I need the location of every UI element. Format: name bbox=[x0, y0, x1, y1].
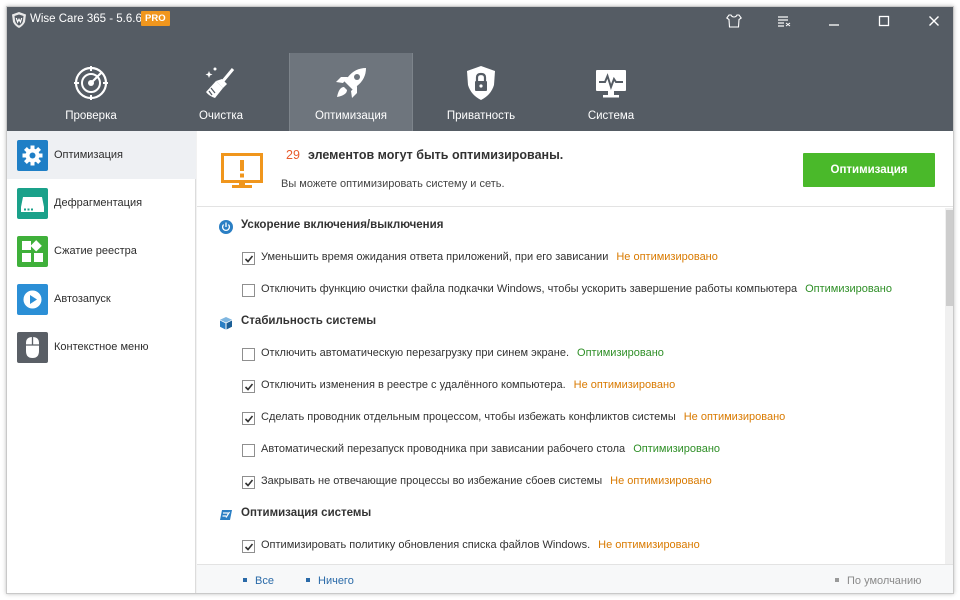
header: Wise Care 365 - 5.6.6 PRO Проверка Очист… bbox=[7, 7, 953, 131]
sidebar-item-label: Оптимизация bbox=[54, 149, 123, 161]
sidebar-item-label: Контекстное меню bbox=[54, 341, 149, 353]
checkbox[interactable] bbox=[242, 284, 255, 297]
status-text: Не оптимизировано bbox=[683, 411, 786, 423]
broom-icon bbox=[205, 67, 235, 98]
tab-label: Проверка bbox=[65, 110, 117, 122]
tab-label: Система bbox=[587, 110, 635, 122]
select-all-label: Все bbox=[255, 575, 274, 587]
speed-icon bbox=[220, 510, 232, 520]
cube-icon bbox=[220, 317, 232, 330]
tab-system[interactable]: Система bbox=[549, 53, 673, 131]
tab-check[interactable]: Проверка bbox=[29, 53, 153, 131]
check-icon bbox=[244, 415, 254, 423]
app-window: Wise Care 365 - 5.6.6 PRO Проверка Очист… bbox=[6, 6, 954, 594]
radar-icon bbox=[74, 66, 108, 100]
sidebar-item-autorun[interactable]: Автозапуск bbox=[7, 275, 196, 323]
play-icon bbox=[17, 284, 48, 315]
checkbox[interactable] bbox=[242, 412, 255, 425]
check-icon bbox=[244, 383, 254, 391]
sidebar-item-registry[interactable]: Сжатие реестра bbox=[7, 227, 196, 275]
item-text: Автоматический перезапуск проводника при… bbox=[261, 443, 626, 455]
select-none-label: Ничего bbox=[318, 575, 354, 587]
item-label: Автоматический перезапуск проводника при… bbox=[261, 443, 720, 455]
status-text: Оптимизировано bbox=[805, 283, 892, 295]
main-nav: Проверка Очистка Оптимизация Приватность… bbox=[7, 7, 953, 131]
sidebar-item-optimization[interactable]: Оптимизация bbox=[7, 131, 196, 179]
section-title: Стабильность системы bbox=[241, 315, 377, 327]
vertical-scrollbar[interactable] bbox=[945, 208, 953, 564]
checkbox[interactable] bbox=[242, 540, 255, 553]
item-label: Уменьшить время ожидания ответа приложен… bbox=[261, 251, 718, 263]
summary-banner: 29 элементов могут быть оптимизированы. … bbox=[197, 131, 953, 207]
item-text: Сделать проводник отдельным процессом, ч… bbox=[261, 411, 676, 423]
item-label: Отключить изменения в реестре с удалённо… bbox=[261, 379, 675, 391]
list-footer: Все Ничего По умолчанию bbox=[197, 564, 953, 593]
checkbox[interactable] bbox=[242, 444, 255, 457]
status-text: Не оптимизировано bbox=[610, 475, 712, 487]
checkbox[interactable] bbox=[242, 252, 255, 265]
tab-label: Оптимизация bbox=[314, 110, 388, 122]
check-icon bbox=[244, 543, 254, 551]
bullet-icon bbox=[243, 578, 247, 583]
sidebar: Оптимизация Дефрагментация Сжатие реестр… bbox=[7, 131, 196, 593]
section-title: Ускорение включения/выключения bbox=[241, 219, 444, 231]
check-icon bbox=[244, 255, 254, 263]
optimization-list: Ускорение включения/выключения Уменьшить… bbox=[197, 208, 945, 564]
item-text: Оптимизировать политику обновления списк… bbox=[261, 539, 591, 551]
tab-optimize[interactable]: Оптимизация bbox=[289, 53, 413, 131]
default-label: По умолчанию bbox=[847, 575, 922, 587]
item-text: Отключить функцию очистки файла подкачки… bbox=[261, 283, 798, 295]
scroll-thumb[interactable] bbox=[946, 210, 953, 306]
item-label: Закрывать не отвечающие процессы во избе… bbox=[261, 475, 712, 487]
item-label: Оптимизировать политику обновления списк… bbox=[261, 539, 700, 551]
sidebar-item-label: Автозапуск bbox=[54, 293, 111, 305]
checkbox[interactable] bbox=[242, 348, 255, 361]
tab-label: Очистка bbox=[198, 110, 244, 122]
disk-icon bbox=[17, 188, 48, 219]
item-text: Отключить изменения в реестре с удалённо… bbox=[261, 379, 566, 391]
sidebar-item-label: Сжатие реестра bbox=[54, 245, 137, 257]
tab-label: Приватность bbox=[446, 110, 516, 122]
lock-shield-icon bbox=[467, 66, 495, 100]
main-panel: 29 элементов могут быть оптимизированы. … bbox=[197, 131, 953, 593]
mouse-icon bbox=[17, 332, 48, 363]
checkbox[interactable] bbox=[242, 476, 255, 489]
sidebar-item-context-menu[interactable]: Контекстное меню bbox=[7, 323, 196, 371]
check-icon bbox=[244, 479, 254, 487]
item-text: Отключить автоматическую перезагрузку пр… bbox=[261, 347, 570, 359]
checkbox[interactable] bbox=[242, 380, 255, 393]
status-text: Не оптимизировано bbox=[616, 251, 718, 263]
status-text: Оптимизировано bbox=[577, 347, 664, 359]
gear-icon bbox=[17, 140, 48, 171]
registry-icon bbox=[17, 236, 48, 267]
bullet-icon bbox=[306, 578, 310, 583]
item-label: Отключить функцию очистки файла подкачки… bbox=[261, 283, 892, 295]
optimize-button[interactable]: Оптимизация bbox=[803, 153, 935, 187]
tab-clean[interactable]: Очистка bbox=[159, 53, 283, 131]
item-label: Отключить автоматическую перезагрузку пр… bbox=[261, 347, 664, 359]
status-text: Не оптимизировано bbox=[573, 379, 676, 391]
monitor-alert-icon bbox=[221, 153, 263, 188]
banner-subtitle: Вы можете оптимизировать систему и сеть. bbox=[281, 178, 505, 190]
select-all-link[interactable]: Все bbox=[243, 575, 274, 587]
status-text: Не оптимизировано bbox=[598, 539, 700, 551]
section-title: Оптимизация системы bbox=[241, 507, 372, 519]
tab-privacy[interactable]: Приватность bbox=[419, 53, 543, 131]
default-link[interactable]: По умолчанию bbox=[835, 575, 921, 587]
bullet-icon bbox=[835, 578, 839, 583]
optimizable-count: 29 bbox=[286, 148, 300, 162]
item-text: Уменьшить время ожидания ответа приложен… bbox=[261, 251, 609, 263]
item-label: Сделать проводник отдельным процессом, ч… bbox=[261, 411, 785, 423]
power-icon bbox=[219, 220, 233, 234]
sidebar-item-label: Дефрагментация bbox=[54, 197, 143, 209]
item-text: Закрывать не отвечающие процессы во избе… bbox=[261, 475, 603, 487]
rocket-icon bbox=[336, 68, 366, 98]
select-none-link[interactable]: Ничего bbox=[306, 575, 354, 587]
status-text: Оптимизировано bbox=[633, 443, 721, 455]
monitor-icon bbox=[596, 70, 626, 98]
banner-title: элементов могут быть оптимизированы. bbox=[308, 148, 564, 162]
sidebar-item-defrag[interactable]: Дефрагментация bbox=[7, 179, 196, 227]
